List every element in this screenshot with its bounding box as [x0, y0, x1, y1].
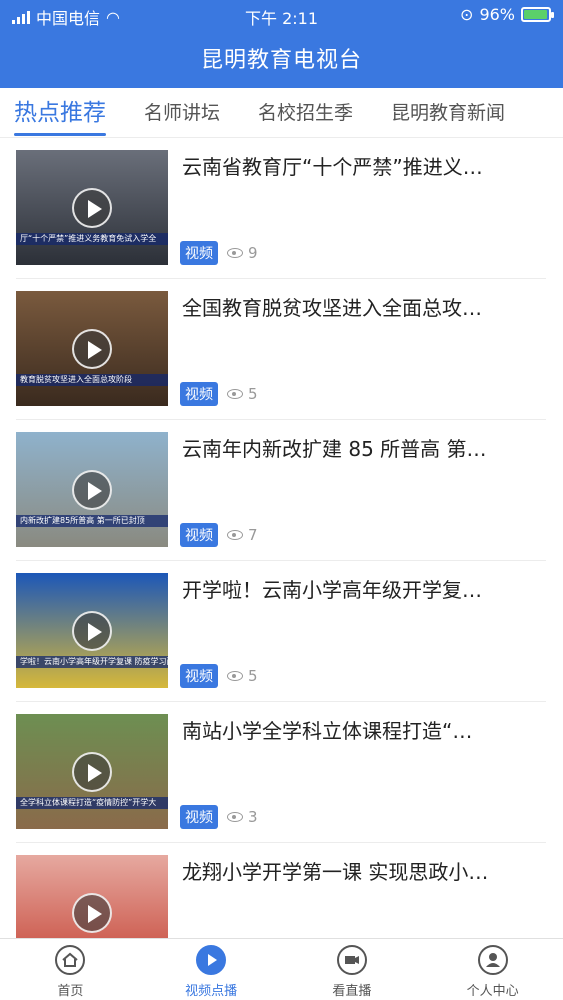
- home-icon: [55, 945, 86, 975]
- video-title[interactable]: 全国教育脱贫攻坚进入全面总攻…: [182, 293, 542, 323]
- play-icon[interactable]: [72, 470, 112, 510]
- video-tag: 视频: [180, 523, 218, 547]
- thumbnail-caption: 厅“十个严禁”推进义务教育免试入学全: [16, 233, 168, 245]
- status-right: ⊙ 96%: [460, 5, 554, 24]
- video-item[interactable]: 龙翔小学开学第一课 实现思政小…: [16, 843, 546, 938]
- play-icon[interactable]: [72, 188, 112, 228]
- thumbnail-caption: 教育脱贫攻坚进入全面总攻阶段: [16, 374, 168, 386]
- video-thumbnail[interactable]: [16, 855, 168, 938]
- video-title[interactable]: 南站小学全学科立体课程打造“…: [182, 716, 542, 746]
- status-bar: 中国电信 ◠ 下午 2:11 ⊙ 96%: [0, 0, 563, 30]
- tabbar-label: 个人中心: [466, 984, 519, 999]
- bottom-tabbar: 首页 视频点播 看直播 个人中心: [0, 938, 563, 1000]
- tabbar-item-profile[interactable]: 个人中心: [422, 939, 563, 1000]
- app-header: 中国电信 ◠ 下午 2:11 ⊙ 96% 昆明教育电视台: [0, 0, 563, 88]
- video-thumbnail[interactable]: 内新改扩建85所普高 第一所已封顶: [16, 432, 168, 547]
- battery-icon: [521, 7, 554, 22]
- video-title[interactable]: 云南省教育厅“十个严禁”推进义…: [182, 152, 542, 182]
- tabbar-label: 视频点播: [185, 984, 238, 999]
- battery-percent: 96%: [479, 5, 515, 24]
- video-title[interactable]: 云南年内新改扩建 85 所普高 第…: [182, 434, 542, 464]
- view-count: 5: [248, 667, 258, 685]
- video-item[interactable]: 厅“十个严禁”推进义务教育免试入学全 云南省教育厅“十个严禁”推进义… 视频 9: [16, 138, 546, 279]
- tab-school-admission[interactable]: 名校招生季: [258, 88, 353, 138]
- eye-icon: [227, 530, 243, 540]
- video-item[interactable]: 教育脱贫攻坚进入全面总攻阶段 全国教育脱贫攻坚进入全面总攻… 视频 5: [16, 279, 546, 420]
- video-meta: 视频 5: [180, 664, 258, 688]
- tabbar-item-home[interactable]: 首页: [0, 939, 141, 1000]
- tab-kunming-news[interactable]: 昆明教育新闻: [391, 88, 505, 138]
- eye-icon: [227, 389, 243, 399]
- video-tag: 视频: [180, 805, 218, 829]
- video-thumbnail[interactable]: 厅“十个严禁”推进义务教育免试入学全: [16, 150, 168, 265]
- play-icon[interactable]: [72, 611, 112, 651]
- eye-icon: [227, 248, 243, 258]
- tab-famous-teachers[interactable]: 名师讲坛: [144, 88, 220, 138]
- thumbnail-caption: 内新改扩建85所普高 第一所已封顶: [16, 515, 168, 527]
- video-thumbnail[interactable]: 学啦！云南小学高年级开学复课 防疫学习两不误: [16, 573, 168, 688]
- video-meta: 视频 7: [180, 523, 258, 547]
- view-count: 5: [248, 385, 258, 403]
- camera-icon: [336, 945, 367, 975]
- app-title: 昆明教育电视台: [200, 48, 362, 73]
- tab-hot[interactable]: 热点推荐: [14, 88, 106, 138]
- video-list: 厅“十个严禁”推进义务教育免试入学全 云南省教育厅“十个严禁”推进义… 视频 9…: [0, 138, 563, 938]
- view-count: 9: [248, 244, 258, 262]
- thumbnail-caption: 全学科立体课程打造“疫情防控”开学大: [16, 797, 168, 809]
- video-thumbnail[interactable]: 全学科立体课程打造“疫情防控”开学大: [16, 714, 168, 829]
- video-thumbnail[interactable]: 教育脱贫攻坚进入全面总攻阶段: [16, 291, 168, 406]
- eye-icon: [227, 671, 243, 681]
- video-title[interactable]: 开学啦！云南小学高年级开学复…: [182, 575, 542, 605]
- video-meta: 视频 3: [180, 805, 258, 829]
- video-item[interactable]: 内新改扩建85所普高 第一所已封顶 云南年内新改扩建 85 所普高 第… 视频 …: [16, 420, 546, 561]
- rotation-lock-icon: ⊙: [460, 5, 474, 24]
- play-icon[interactable]: [72, 893, 112, 933]
- play-icon: [196, 945, 227, 975]
- category-tabs: 热点推荐 名师讲坛 名校招生季 昆明教育新闻: [0, 88, 563, 138]
- view-count: 7: [248, 526, 258, 544]
- video-meta: 视频 9: [180, 241, 258, 265]
- person-icon: [477, 945, 508, 975]
- tabbar-label: 看直播: [332, 984, 372, 999]
- tabbar-label: 首页: [57, 984, 84, 999]
- video-tag: 视频: [180, 241, 218, 265]
- video-meta: 视频 5: [180, 382, 258, 406]
- play-icon[interactable]: [72, 752, 112, 792]
- video-item[interactable]: 全学科立体课程打造“疫情防控”开学大 南站小学全学科立体课程打造“… 视频 3: [16, 702, 546, 843]
- tabbar-item-live[interactable]: 看直播: [282, 939, 423, 1000]
- video-title[interactable]: 龙翔小学开学第一课 实现思政小…: [182, 857, 542, 887]
- view-count: 3: [248, 808, 258, 826]
- tabbar-item-video[interactable]: 视频点播: [141, 939, 282, 1000]
- video-item[interactable]: 学啦！云南小学高年级开学复课 防疫学习两不误 开学啦！云南小学高年级开学复… 视…: [16, 561, 546, 702]
- video-tag: 视频: [180, 664, 218, 688]
- eye-icon: [227, 812, 243, 822]
- play-icon[interactable]: [72, 329, 112, 369]
- video-tag: 视频: [180, 382, 218, 406]
- thumbnail-caption: 学啦！云南小学高年级开学复课 防疫学习两不误: [16, 656, 168, 668]
